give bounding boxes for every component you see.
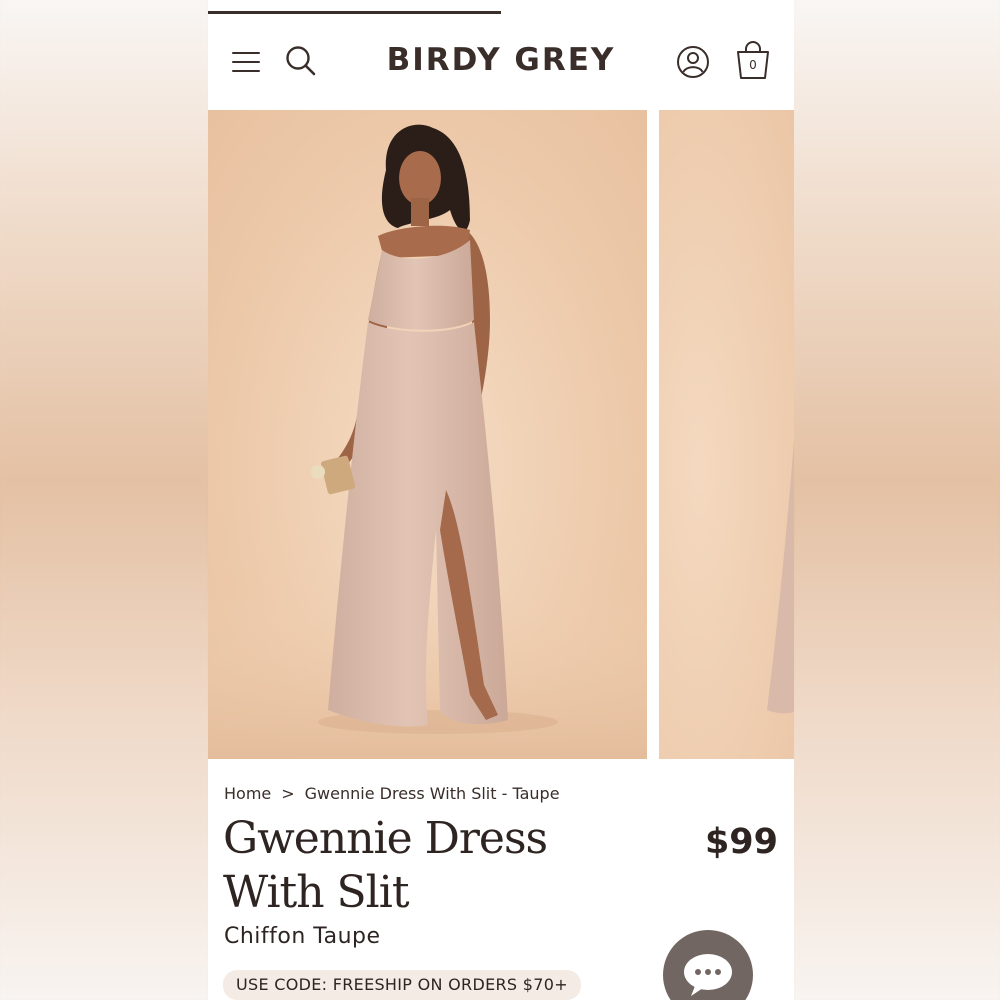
product-color-fabric: Chiffon Taupe [224, 924, 381, 949]
blurred-backdrop-right [794, 0, 1000, 1000]
promo-badge: USE CODE: FREESHIP ON ORDERS $70+ [223, 970, 581, 1000]
model-photo [208, 124, 647, 759]
shopping-bag-icon[interactable]: 0 [735, 41, 771, 81]
breadcrumb-separator: > [281, 784, 295, 803]
site-header: BIRDY GREY 0 [208, 14, 794, 110]
chat-bubble-icon [684, 954, 732, 996]
mobile-page: BIRDY GREY 0 Home > Gwennie Dress With S… [208, 0, 794, 1000]
account-icon[interactable] [676, 45, 710, 79]
model-photo-partial [767, 440, 794, 714]
breadcrumb-home-link[interactable]: Home [224, 784, 271, 803]
breadcrumb-current: Gwennie Dress With Slit - Taupe [304, 784, 560, 803]
chat-button[interactable] [663, 930, 753, 1000]
blurred-backdrop-left [0, 0, 208, 1000]
breadcrumb: Home > Gwennie Dress With Slit - Taupe [224, 784, 560, 803]
product-title: Gwennie Dress With Slit [223, 813, 548, 918]
cart-count: 0 [749, 58, 757, 72]
product-image-next[interactable] [659, 110, 794, 759]
product-image-main[interactable] [208, 110, 647, 759]
product-price: $99 [704, 822, 778, 862]
